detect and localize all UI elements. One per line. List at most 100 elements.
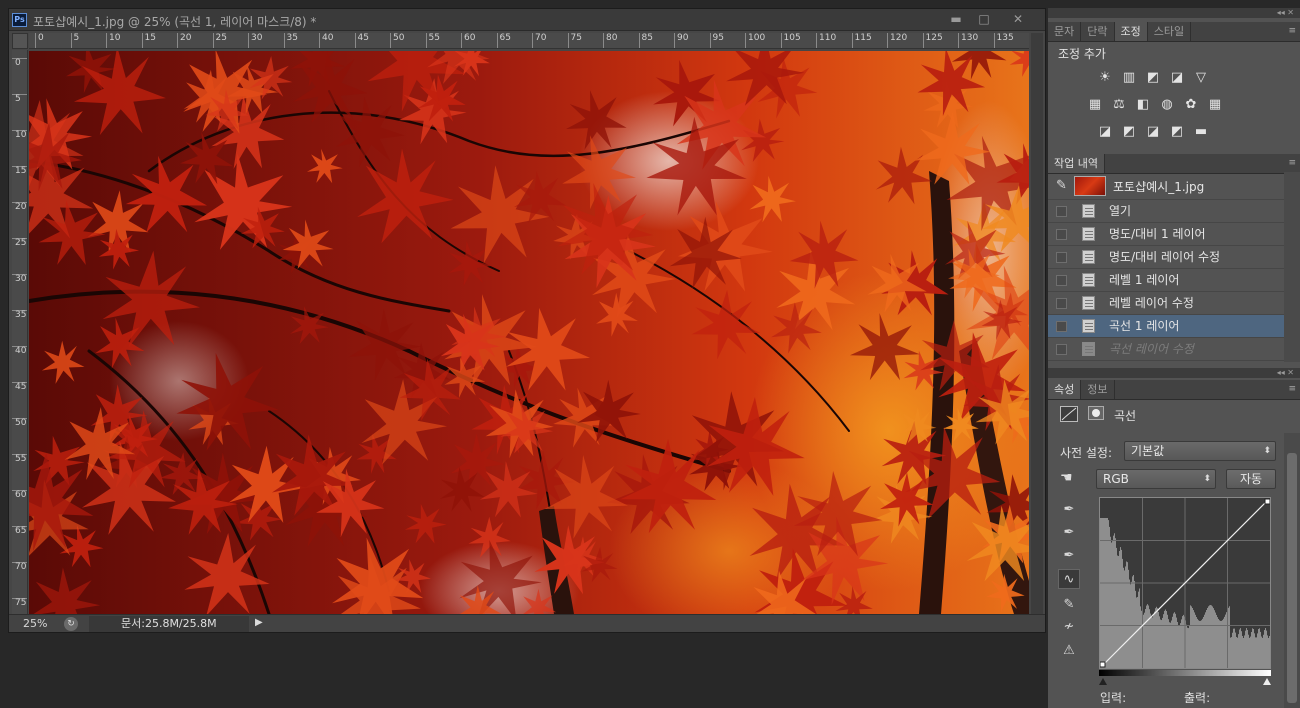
history-item[interactable]: 레벨 1 레이어 bbox=[1048, 269, 1284, 292]
history-source-checkbox[interactable] bbox=[1056, 252, 1067, 263]
pencil-draw-icon[interactable]: ✎ bbox=[1058, 595, 1080, 615]
histogram-bar bbox=[1234, 628, 1235, 668]
color-balance-icon[interactable]: ⚖ bbox=[1110, 97, 1128, 113]
tab-history[interactable]: 작업 내역 bbox=[1048, 154, 1105, 173]
histogram-bar bbox=[1267, 635, 1268, 668]
curves-graph[interactable] bbox=[1099, 497, 1271, 669]
dock-collapse-bar[interactable]: ◂◂ ✕ bbox=[1048, 8, 1300, 18]
histogram-bar bbox=[1113, 535, 1114, 668]
gradient-map-icon[interactable]: ▬ bbox=[1192, 124, 1210, 140]
tab-paragraph[interactable]: 단락 bbox=[1081, 22, 1115, 41]
document-size-readout[interactable]: 문서:25.8M/25.8M bbox=[89, 616, 249, 632]
minimize-button[interactable]: ▬ bbox=[943, 11, 969, 28]
input-label: 입력: bbox=[1100, 691, 1127, 705]
histogram-bar bbox=[1232, 632, 1233, 668]
share-icon[interactable]: ↻ bbox=[64, 617, 78, 631]
history-item[interactable]: 명도/대비 1 레이어 bbox=[1048, 223, 1284, 246]
input-gradient-slider[interactable] bbox=[1099, 670, 1271, 686]
scrollbar-thumb[interactable] bbox=[1287, 453, 1297, 703]
history-item[interactable]: 곡선 레이어 수정 bbox=[1048, 338, 1284, 361]
layer-mask-icon[interactable] bbox=[1088, 406, 1104, 420]
history-item-label: 열기 bbox=[1109, 204, 1132, 218]
chevron-updown-icon: ⬍ bbox=[1203, 474, 1211, 484]
preset-select[interactable]: 기본값 ⬍ bbox=[1124, 441, 1276, 461]
ruler-h-tick: 25 bbox=[212, 33, 227, 48]
history-item[interactable]: 열기 bbox=[1048, 200, 1284, 223]
histogram-bar bbox=[1264, 630, 1265, 668]
histogram-bar bbox=[1212, 606, 1213, 668]
tab-info[interactable]: 정보 bbox=[1081, 380, 1115, 399]
auto-button[interactable]: 자동 bbox=[1226, 469, 1276, 489]
channel-select[interactable]: RGB ⬍ bbox=[1096, 469, 1216, 489]
history-item[interactable]: 명도/대비 레이어 수정 bbox=[1048, 246, 1284, 269]
ruler-h-tick: 85 bbox=[638, 33, 653, 48]
history-brush-icon[interactable]: ✎ bbox=[1056, 178, 1067, 193]
histogram-bar bbox=[1174, 612, 1175, 668]
status-menu-arrow-icon[interactable]: ▶ bbox=[255, 617, 263, 628]
ruler-v-tick: 65 bbox=[12, 526, 27, 536]
zoom-level-field[interactable]: 25% bbox=[23, 617, 47, 630]
properties-scrollbar[interactable] bbox=[1284, 433, 1300, 708]
clipping-warning-icon[interactable]: ⚠ bbox=[1058, 641, 1080, 661]
histogram-bar bbox=[1254, 633, 1255, 668]
invert-icon[interactable]: ◪ bbox=[1096, 124, 1114, 140]
vertical-scrollbar[interactable] bbox=[1031, 33, 1043, 615]
history-scrollbar[interactable] bbox=[1284, 172, 1300, 362]
history-source-checkbox[interactable] bbox=[1056, 229, 1067, 240]
snapshot-label: 포토샵예시_1.jpg bbox=[1113, 180, 1205, 194]
history-item[interactable]: 곡선 1 레이어 bbox=[1048, 315, 1284, 338]
histogram-bar bbox=[1231, 637, 1232, 668]
history-item[interactable]: 레벨 레이어 수정 bbox=[1048, 292, 1284, 315]
histogram-bar bbox=[1188, 628, 1189, 668]
history-source-checkbox[interactable] bbox=[1056, 298, 1067, 309]
ruler-origin[interactable] bbox=[12, 33, 28, 49]
maximize-button[interactable]: □ bbox=[971, 11, 997, 28]
image-canvas[interactable] bbox=[29, 51, 1029, 614]
properties-menu-icon[interactable]: ≡ bbox=[1288, 384, 1296, 394]
histogram-bar bbox=[1217, 617, 1218, 668]
history-source-checkbox[interactable] bbox=[1056, 344, 1067, 355]
horizontal-ruler[interactable]: 0 5 10 15 20 25 30 35 40 45 50 55 60 65 70 75 80 85 90 95 10… bbox=[29, 33, 1029, 49]
target-adjustment-hand-icon[interactable]: ☚ bbox=[1060, 470, 1073, 486]
photo-filter-icon[interactable]: ◍ bbox=[1158, 97, 1176, 113]
curves-icon[interactable]: ◩ bbox=[1144, 70, 1162, 86]
tab-adjustments[interactable]: 조정 bbox=[1114, 22, 1148, 41]
exposure-icon[interactable]: ◪ bbox=[1168, 70, 1186, 86]
close-button[interactable]: ✕ bbox=[1005, 11, 1031, 28]
tab-styles[interactable]: 스타일 bbox=[1148, 22, 1192, 41]
vibrance-icon[interactable]: ▽ bbox=[1192, 70, 1210, 86]
history-snapshot[interactable]: ✎ 포토샵예시_1.jpg bbox=[1048, 172, 1284, 200]
black-point-eyedropper-icon[interactable]: ✒ bbox=[1058, 500, 1080, 520]
selective-color-icon[interactable]: ◩ bbox=[1168, 124, 1186, 140]
document-titlebar[interactable]: Ps 포토샵예시_1.jpg @ 25% (곡선 1, 레이어 마스크/8) *… bbox=[9, 9, 1045, 31]
gray-point-eyedropper-icon[interactable]: ✒ bbox=[1058, 523, 1080, 543]
levels-icon[interactable]: ▥ bbox=[1120, 70, 1138, 86]
color-lookup-icon[interactable]: ▦ bbox=[1206, 97, 1224, 113]
smooth-curve-icon[interactable]: ≁ bbox=[1058, 617, 1080, 637]
history-source-checkbox[interactable] bbox=[1056, 206, 1067, 217]
vertical-ruler[interactable]: 0 5 10 15 20 25 30 35 40 45 50 55 60 65 70 75 bbox=[12, 50, 28, 615]
histogram-bar bbox=[1196, 617, 1197, 668]
tab-character[interactable]: 문자 bbox=[1048, 22, 1082, 41]
history-menu-icon[interactable]: ≡ bbox=[1288, 158, 1296, 168]
hue-saturation-icon[interactable]: ▦ bbox=[1086, 97, 1104, 113]
curves-adjustment-icon[interactable] bbox=[1060, 406, 1078, 422]
histogram-bar bbox=[1230, 637, 1231, 668]
white-point-eyedropper-icon[interactable]: ✒ bbox=[1058, 546, 1080, 566]
histogram-bar bbox=[1192, 608, 1193, 668]
histogram-bar bbox=[1226, 612, 1227, 668]
history-source-checkbox[interactable] bbox=[1056, 321, 1067, 332]
black-white-icon[interactable]: ◧ bbox=[1134, 97, 1152, 113]
posterize-icon[interactable]: ◩ bbox=[1120, 124, 1138, 140]
ruler-h-tick: 130 bbox=[958, 33, 978, 48]
threshold-icon[interactable]: ◪ bbox=[1144, 124, 1162, 140]
histogram-bar bbox=[1125, 566, 1126, 668]
tab-properties[interactable]: 속성 bbox=[1048, 380, 1082, 399]
curve-edit-points-icon[interactable]: ∿ bbox=[1058, 569, 1080, 589]
panel-menu-icon[interactable]: ≡ bbox=[1288, 26, 1296, 36]
channel-mixer-icon[interactable]: ✿ bbox=[1182, 97, 1200, 113]
dock-collapse-bar-2[interactable]: ◂◂ ✕ bbox=[1048, 368, 1300, 378]
histogram-bar bbox=[1181, 619, 1182, 668]
history-source-checkbox[interactable] bbox=[1056, 275, 1067, 286]
brightness-contrast-icon[interactable]: ☀ bbox=[1096, 70, 1114, 86]
